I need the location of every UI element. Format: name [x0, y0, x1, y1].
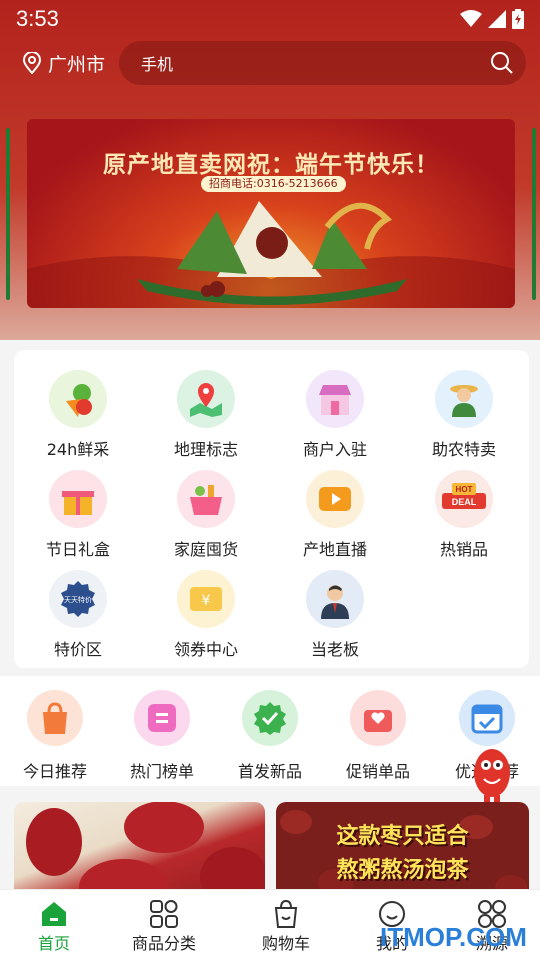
grid-item-home-stock[interactable]: 家庭囤货 [156, 470, 256, 560]
quick-item-today-recommend[interactable]: 今日推荐 [0, 690, 110, 782]
boss-avatar-icon [306, 570, 364, 628]
tab-category[interactable]: 商品分类 [110, 898, 218, 954]
grid-label: 当老板 [310, 640, 359, 659]
deal-text: DEAL [452, 497, 477, 507]
quick-item-promo-single[interactable]: 促销单品 [323, 690, 433, 782]
status-bar: 3:53 [0, 0, 540, 38]
special-badge-text: 天天特价 [64, 595, 92, 604]
grid-label: 领券中心 [173, 640, 238, 659]
grid-item-festival-gift[interactable]: 节日礼盒 [28, 470, 128, 560]
status-icons [460, 9, 524, 29]
grid-item-geo-mark[interactable]: 地理标志 [156, 370, 256, 460]
vegetables-icon [49, 370, 107, 428]
tab-cart[interactable]: 购物车 [232, 898, 340, 954]
grid-item-be-boss[interactable]: 当老板 [285, 570, 385, 660]
map-pin-icon [177, 370, 235, 428]
grid-item-origin-live[interactable]: 产地直播 [285, 470, 385, 560]
tab-label: 商品分类 [131, 934, 196, 953]
home-icon [42, 902, 66, 926]
watermark-text: ITMOP.COM [380, 922, 527, 952]
promo-banner[interactable]: 原产地直卖网祝：端午节快乐！ 招商电话:0316-5213666 [27, 119, 515, 308]
list-icon [134, 690, 190, 746]
location-pin-icon [22, 52, 42, 74]
category-panel: 24h鲜采 地理标志 商户入驻 助农特卖 节日礼盒 家庭囤货 产地直播 HOT … [14, 350, 529, 668]
quick-label: 促销单品 [345, 762, 410, 781]
grid-label: 节日礼盒 [45, 540, 110, 559]
top-bar: 广州市 手机 [0, 40, 540, 86]
shopping-bag-icon [27, 690, 83, 746]
gift-box-icon [49, 470, 107, 528]
location-selector[interactable]: 广州市 [22, 50, 105, 77]
battery-icon [512, 9, 524, 29]
search-text: 手机 [141, 55, 174, 74]
grid-item-hot-sale[interactable]: HOT DEAL 热销品 [414, 470, 514, 560]
quick-item-hot-list[interactable]: 热门榜单 [107, 690, 217, 782]
status-time: 3:53 [16, 6, 59, 31]
grid-label: 家庭囤货 [173, 540, 238, 559]
svg-text:¥: ¥ [202, 593, 211, 609]
special-price-icon: 天天特价 [49, 570, 107, 628]
grid-item-coupon-center[interactable]: ¥ 领券中心 [156, 570, 256, 660]
product-caption-line2: 熬粥熬汤泡茶 [336, 858, 469, 883]
heart-cart-icon [350, 690, 406, 746]
live-play-icon [306, 470, 364, 528]
coupon-icon: ¥ [177, 570, 235, 628]
grid-item-farmer-sale[interactable]: 助农特卖 [414, 370, 514, 460]
tab-home[interactable]: 首页 [0, 898, 108, 954]
grid-item-24h-fresh[interactable]: 24h鲜采 [28, 370, 128, 460]
category-grid-icon [150, 900, 178, 928]
app-home-screen: 3:53 广州市 手机 原产地直卖网祝：端午节快乐！ 招商电话:0316-521… [0, 0, 540, 960]
grid-label: 产地直播 [302, 540, 367, 559]
storefront-icon [306, 370, 364, 428]
wifi-icon [460, 10, 482, 27]
red-dates-image [26, 802, 265, 902]
banner-peek-left [6, 128, 10, 300]
quick-label: 热门榜单 [129, 762, 194, 781]
grid-label: 助农特卖 [431, 440, 496, 459]
tab-label: 购物车 [261, 934, 310, 953]
badge-check-icon [242, 690, 298, 746]
farmer-icon [435, 370, 493, 428]
grid-label: 地理标志 [173, 440, 238, 459]
search-input[interactable]: 手机 [119, 41, 526, 85]
shopping-basket-icon [177, 470, 235, 528]
quick-label: 今日推荐 [22, 762, 87, 781]
hot-text: HOT [456, 485, 473, 494]
grid-label: 热销品 [439, 540, 488, 559]
banner-peek-right [532, 128, 536, 300]
grid-item-special-price[interactable]: 天天特价 特价区 [28, 570, 128, 660]
tab-label: 首页 [37, 934, 70, 953]
quick-label: 首发新品 [237, 762, 302, 781]
location-label: 广州市 [48, 53, 106, 76]
grid-label: 特价区 [53, 640, 102, 659]
grid-label: 商户入驻 [302, 440, 367, 459]
zongzi-dragon-boat-illustration [27, 201, 515, 308]
product-card-red-dates[interactable] [14, 802, 265, 902]
search-icon[interactable] [490, 51, 514, 75]
grid-label: 24h鲜采 [46, 440, 110, 459]
cart-bag-icon [274, 899, 298, 928]
hot-deal-icon: HOT DEAL [435, 470, 493, 528]
product-caption-line1: 这款枣只适合 [336, 824, 469, 849]
quick-item-new-launch[interactable]: 首发新品 [215, 690, 325, 782]
signal-icon [488, 10, 506, 28]
quick-entry-row: 今日推荐 热门榜单 首发新品 促销单品 优选推荐 [0, 676, 540, 786]
product-card-red-dates-soup[interactable]: 这款枣只适合 熬粥熬汤泡茶 [276, 802, 529, 902]
floating-mascot-icon[interactable] [462, 737, 518, 807]
grid-item-merchant-join[interactable]: 商户入驻 [285, 370, 385, 460]
